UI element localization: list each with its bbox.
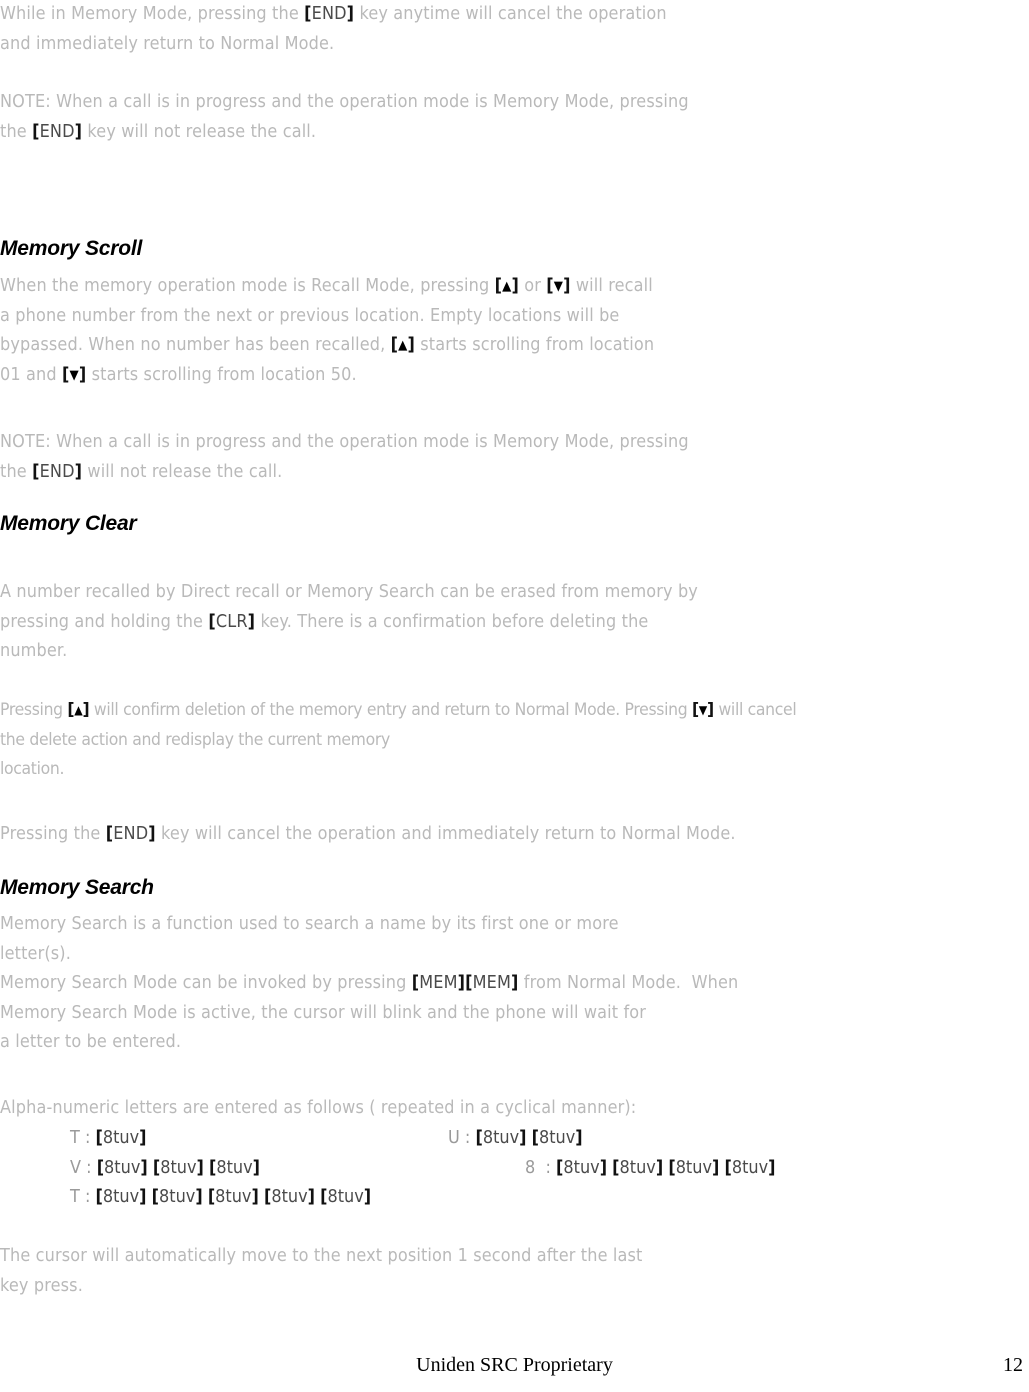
alpha-label: 8 : — [525, 1157, 551, 1178]
memory-clear-paragraph-2: Pressing [▲] will confirm deletion of th… — [0, 696, 797, 785]
note-line1: When a call is in progress and the opera… — [50, 92, 689, 112]
key-clr: [CLR] — [208, 611, 256, 632]
intro-line1-text-b: key anytime will cancel the operation — [354, 4, 667, 24]
intro-paragraph: While in Memory Mode, pressing the [END]… — [0, 0, 667, 59]
msr-line1: Memory Search is a function used to sear… — [0, 914, 619, 934]
mc-p2-line2: the delete action and redisplay the curr… — [0, 729, 390, 750]
key-down-arrow-cancel: [▼] — [691, 700, 714, 720]
alpha-keys: [8tuv] [8tuv] [8tuv] — [96, 1157, 261, 1178]
ms-note-line2-a: the — [0, 461, 33, 482]
ms-line3-b: starts scrolling from location — [414, 335, 655, 356]
alpha-label: V : — [70, 1157, 92, 1178]
alpha-entry-left-2: V : [8tuv] [8tuv] [8tuv] — [70, 1154, 260, 1184]
key-down-arrow-2: [▼] — [61, 364, 87, 385]
memory-scroll-note: NOTE: When a call is in progress and the… — [0, 428, 689, 487]
key-end-ms-note: [END] — [32, 461, 83, 482]
closing-line2: key press. — [0, 1275, 83, 1296]
key-down-arrow-1: [▼] — [546, 276, 571, 296]
ms-line2: a phone number from the next or previous… — [0, 305, 620, 326]
msr-line2: letter(s). — [0, 943, 71, 964]
heading-memory-clear: Memory Clear — [0, 512, 137, 535]
ms-line1-b: or — [518, 276, 547, 296]
key-up-arrow-confirm: [▲] — [67, 700, 90, 720]
ms-note-label: NOTE: — [0, 432, 51, 452]
alpha-label: T : — [70, 1128, 91, 1148]
intro-line2: and immediately return to Normal Mode. — [0, 33, 335, 54]
memory-search-paragraph: Memory Search is a function used to sear… — [0, 910, 738, 1058]
alpha-numeric-intro: Alpha-numeric letters are entered as fol… — [0, 1098, 637, 1118]
table-row: V : [8tuv] [8tuv] [8tuv] 8 : [8tuv] [8tu… — [0, 1154, 1029, 1184]
key-end-note: [END] — [32, 121, 83, 142]
alpha-label: U : — [448, 1128, 471, 1148]
key-end-mc: [END] — [105, 824, 156, 844]
note-label: NOTE: — [0, 92, 51, 112]
heading-memory-search: Memory Search — [0, 876, 154, 899]
mc-p1-line3: number. — [0, 641, 68, 662]
msr-line3-b: from Normal Mode. When — [518, 973, 739, 994]
memory-clear-paragraph-1: A number recalled by Direct recall or Me… — [0, 578, 698, 667]
ms-line3-a: bypassed. When no number has been recall… — [0, 335, 391, 356]
alpha-keys: [8tuv] [8tuv] [8tuv] [8tuv] — [556, 1157, 776, 1178]
ms-note-line2-b: will not release the call. — [82, 461, 283, 482]
mc-p1-line2-b: key. There is a confirmation before dele… — [255, 611, 649, 632]
mc-p2-line1-b: will confirm deletion of the memory entr… — [89, 700, 692, 720]
memory-scroll-paragraph: When the memory operation mode is Recall… — [0, 272, 654, 390]
ms-line4-b: starts scrolling from location 50. — [86, 364, 357, 385]
mc-p1-line1: A number recalled by Direct recall or Me… — [0, 582, 698, 602]
closing-paragraph: The cursor will automatically move to th… — [0, 1242, 642, 1301]
footer-title: Uniden SRC Proprietary — [416, 1354, 613, 1376]
msr-line5: a letter to be entered. — [0, 1032, 182, 1053]
table-row: T : [8tuv] [8tuv] [8tuv] [8tuv] [8tuv] — [0, 1183, 1029, 1213]
ms-line1-a: When the memory operation mode is Recall… — [0, 276, 495, 296]
mc-p3-line1-b: key will cancel the operation and immedi… — [155, 824, 736, 844]
alpha-entry-left-3: T : [8tuv] [8tuv] [8tuv] [8tuv] [8tuv] — [70, 1183, 371, 1213]
msr-line3-a: Memory Search Mode can be invoked by pre… — [0, 973, 412, 994]
document-page: While in Memory Mode, pressing the [END]… — [0, 0, 1029, 1392]
key-up-arrow-1: [▲] — [494, 276, 519, 296]
alpha-entry-right-1: U : [8tuv] [8tuv] — [448, 1124, 583, 1154]
msr-line4: Memory Search Mode is active, the cursor… — [0, 1002, 646, 1023]
mc-p2-line1-a: Pressing — [0, 700, 68, 720]
alpha-keys: [8tuv] [8tuv] — [475, 1128, 583, 1148]
key-up-arrow-2: [▲] — [390, 335, 415, 356]
page-footer: Uniden SRC Proprietary 12 — [0, 1354, 1029, 1384]
table-row: T : [8tuv] U : [8tuv] [8tuv] — [0, 1124, 1029, 1154]
mc-p1-line2-a: pressing and holding the — [0, 611, 209, 632]
ms-line4-a: 01 and — [0, 364, 62, 385]
alpha-keys: [8tuv] — [95, 1128, 147, 1148]
alpha-numeric-table: T : [8tuv] U : [8tuv] [8tuv] V : [8tuv] … — [0, 1124, 1029, 1213]
alpha-keys: [8tuv] [8tuv] [8tuv] [8tuv] [8tuv] — [95, 1187, 372, 1208]
key-mem-1: [MEM] — [411, 973, 466, 994]
alpha-label: T : — [70, 1187, 91, 1208]
closing-line1: The cursor will automatically move to th… — [0, 1246, 643, 1266]
mc-p2-line3: location. — [0, 759, 65, 780]
mc-p3-line1-a: Pressing the — [0, 824, 106, 844]
intro-line1-text-a: While in Memory Mode, pressing the — [0, 4, 305, 24]
alpha-entry-right-2: 8 : [8tuv] [8tuv] [8tuv] [8tuv] — [525, 1154, 775, 1184]
memory-clear-paragraph-3: Pressing the [END] key will cancel the o… — [0, 820, 736, 850]
alpha-entry-left-1: T : [8tuv] — [70, 1124, 147, 1154]
page-number: 12 — [1003, 1354, 1023, 1376]
ms-line1-c: will recall — [570, 276, 653, 296]
note-line2-a: the — [0, 121, 33, 142]
ms-note-line1: When a call is in progress and the opera… — [50, 432, 689, 452]
mc-p2-line1-c: will cancel — [713, 700, 797, 720]
key-end-intro: [END] — [304, 4, 355, 24]
heading-memory-scroll: Memory Scroll — [0, 237, 143, 260]
key-mem-2: [MEM] — [465, 973, 519, 994]
intro-note: NOTE: When a call is in progress and the… — [0, 88, 689, 147]
note-line2-b: key will not release the call. — [82, 121, 317, 142]
